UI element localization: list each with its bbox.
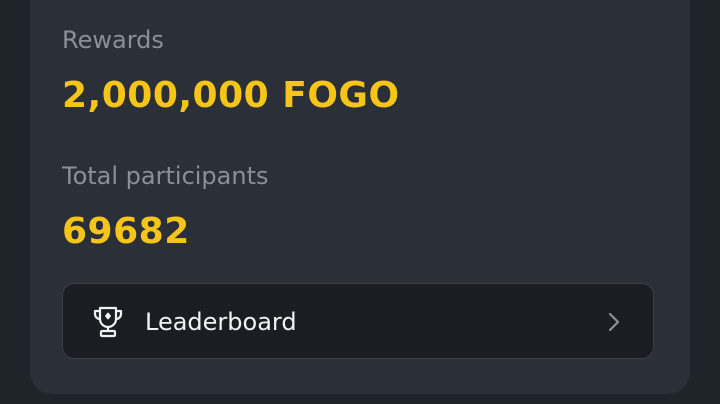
rewards-label: Rewards — [62, 26, 164, 54]
chevron-right-icon — [607, 311, 621, 333]
trophy-icon — [91, 305, 125, 339]
rewards-value: 2,000,000 FOGO — [62, 75, 400, 116]
participants-value: 69682 — [62, 211, 190, 252]
campaign-card: Rewards 2,000,000 FOGO Total participant… — [30, 0, 690, 394]
page: Rewards 2,000,000 FOGO Total participant… — [0, 0, 720, 404]
leaderboard-button[interactable]: Leaderboard — [62, 283, 654, 359]
leaderboard-label: Leaderboard — [145, 308, 297, 336]
participants-label: Total participants — [62, 162, 269, 190]
